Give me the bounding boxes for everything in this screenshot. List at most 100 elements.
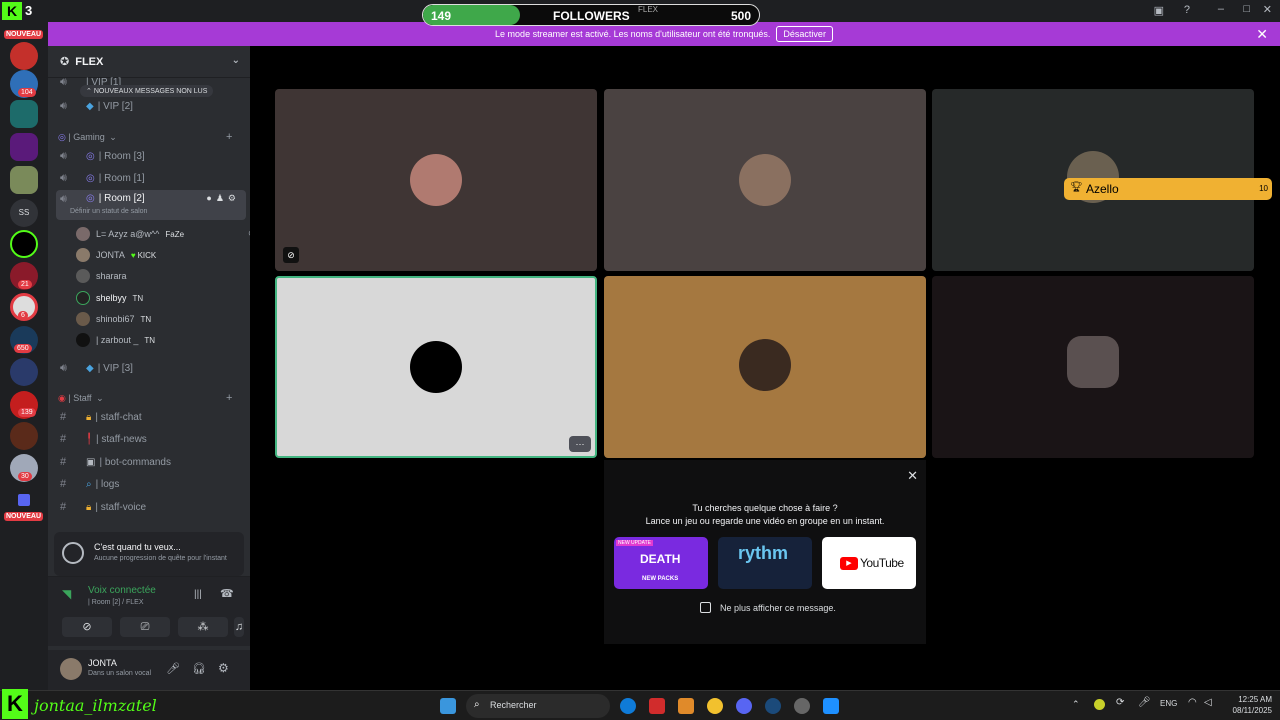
app-window-icon[interactable] — [823, 698, 839, 714]
inbox-icon[interactable]: ▣ — [1154, 4, 1164, 17]
trophy-icon: 🏆︎ — [1070, 182, 1083, 193]
server-icon-13[interactable] — [10, 422, 38, 450]
target-icon: ◉ — [58, 393, 66, 403]
noise-suppression-icon[interactable]: ||| — [194, 589, 202, 600]
dont-show-checkbox[interactable] — [700, 602, 711, 613]
close-window-icon[interactable]: ✕ — [1263, 3, 1272, 16]
channel-staff-voice[interactable]: # 🔒︎ | staff-voice — [56, 497, 246, 517]
server-icon-1[interactable] — [10, 42, 38, 70]
quest-panel[interactable]: C'est quand tu veux... Aucune progressio… — [54, 532, 244, 576]
settings-gear-icon[interactable]: ⚙ — [218, 661, 229, 675]
voice-member[interactable]: sharara — [76, 266, 127, 286]
server-header[interactable]: ✪ FLEX ⌄ — [48, 46, 250, 78]
quest-subtitle: Aucune progression de quête pour l'insta… — [94, 555, 227, 562]
category-staff[interactable]: ◉ | Staff ⌄ + — [58, 392, 232, 404]
avatar — [410, 341, 462, 393]
tray-sync-icon[interactable]: ⟳ — [1116, 697, 1124, 708]
disable-streamer-mode-button[interactable]: Désactiver — [776, 26, 833, 42]
close-popup-icon[interactable]: ✕ — [907, 468, 918, 484]
tray-mic-icon[interactable]: 🎤︎ — [1138, 697, 1151, 708]
language-indicator[interactable]: ENG — [1160, 699, 1177, 708]
voice-member[interactable]: shinobi67 TN — [76, 309, 151, 329]
more-options-button[interactable]: ··· — [569, 436, 591, 452]
maximize-icon[interactable]: □ — [1243, 3, 1250, 15]
participant-tile[interactable] — [604, 89, 926, 271]
voice-location[interactable]: | Room [2] / FLEX — [88, 599, 144, 606]
user-status: Dans un salon vocal — [88, 670, 152, 677]
minimize-icon[interactable]: – — [1218, 3, 1224, 15]
avatar[interactable] — [60, 658, 82, 680]
voice-member[interactable]: shelbyy TN — [76, 288, 143, 308]
category-gaming[interactable]: ◎ | Gaming ⌄ + — [58, 131, 232, 143]
channel-room3[interactable]: 🔊︎ ◎ | Room [3] — [56, 146, 246, 166]
voice-member[interactable]: JONTA ♥ KICK — [76, 245, 156, 265]
server-icon-3[interactable] — [10, 100, 38, 128]
category-label: | Gaming — [68, 132, 105, 142]
channel-vip3[interactable]: 🔊︎ ◆ | VIP [3] — [56, 358, 246, 378]
participant-tile[interactable] — [604, 276, 926, 458]
participant-tile[interactable]: ⊘ — [275, 89, 597, 271]
app-a-icon[interactable] — [678, 698, 694, 714]
add-channel-icon[interactable]: + — [226, 392, 232, 404]
tray-app-icon[interactable] — [1094, 699, 1105, 710]
add-channel-icon[interactable]: + — [226, 131, 232, 143]
followers-goal-overlay: 149 FOLLOWERS FLEX 500 — [422, 4, 760, 26]
new-badge-bottom: NOUVEAU — [4, 512, 44, 521]
voice-member[interactable]: | zarbout _ TN — [76, 330, 155, 350]
discord-icon[interactable] — [736, 698, 752, 714]
help-icon[interactable]: ? — [1184, 4, 1190, 16]
server-icon-ss[interactable]: SS — [10, 199, 38, 227]
server-icon-4[interactable] — [10, 133, 38, 161]
channel-status[interactable]: Définir un statut de salon — [70, 208, 147, 215]
voice-member[interactable]: L= Azyz a@w^^ FaZe ⊘⊘ — [76, 224, 263, 244]
channel-sidebar: ✪ FLEX ⌄ 🔊︎ | VIP [1] ⌃ NOUVEAUX MESSAGE… — [48, 46, 263, 690]
server-icon-11[interactable] — [10, 358, 38, 386]
channel-actions-icon[interactable]: ●♟⚙ — [206, 193, 240, 204]
obs-icon[interactable] — [794, 698, 810, 714]
server-badge-4: 650 — [14, 344, 32, 353]
soundboard-button[interactable]: ♫ — [234, 617, 244, 637]
participant-tile[interactable]: 🏆︎ Azello 10 — [932, 89, 1272, 271]
search-placeholder: Rechercher — [490, 700, 537, 710]
activity-card-death-by-ai[interactable]: NEW UPDATE DEATH NEW PACKS — [614, 537, 708, 589]
app-w-icon[interactable] — [649, 698, 665, 714]
chrome-icon[interactable] — [707, 698, 723, 714]
tray-chevron-icon[interactable]: ⌃ — [1072, 699, 1080, 710]
server-icon-5[interactable] — [10, 166, 38, 194]
clock-time[interactable]: 12:25 AM — [1226, 695, 1272, 704]
edge-icon[interactable] — [620, 698, 636, 714]
channel-room2[interactable]: 🔊︎ ◎ | Room [2] Définir un statut de sal… — [56, 190, 246, 220]
taskbar-search[interactable]: ⌕ Rechercher — [466, 694, 610, 718]
dont-show-label: Ne plus afficher ce message. — [720, 603, 836, 613]
wifi-icon[interactable]: ◠ — [1188, 697, 1197, 708]
headphones-icon[interactable]: 🎧︎ — [192, 662, 206, 675]
gamepad-icon: ◎ — [58, 132, 66, 142]
followers-current: 149 — [431, 9, 452, 23]
camera-off-button[interactable]: ⊘ — [62, 617, 112, 637]
channel-bot-commands[interactable]: # ▣ | bot-commands — [56, 452, 246, 472]
voice-status: Voix connectée — [88, 585, 156, 596]
volume-icon[interactable]: ◁ — [1204, 697, 1212, 708]
channel-room1[interactable]: 🔊︎ ◎ | Room [1] — [56, 168, 246, 188]
participant-tile[interactable] — [932, 276, 1254, 458]
channel-logs[interactable]: # ⌕ | logs — [56, 474, 246, 494]
steam-icon[interactable] — [765, 698, 781, 714]
start-menu-icon[interactable] — [440, 698, 456, 714]
server-icon-7[interactable] — [10, 230, 38, 258]
channel-staff-chat[interactable]: # 🔒︎ | staff-chat — [56, 407, 246, 427]
activity-card-youtube[interactable]: ▶ YouTube — [822, 537, 916, 589]
close-banner-icon[interactable]: ✕ — [1256, 26, 1268, 43]
folder-icon[interactable] — [18, 494, 30, 506]
channel-label: | staff-news — [96, 433, 147, 445]
channel-staff-news[interactable]: # ╿ | staff-news — [56, 429, 246, 449]
disconnect-icon[interactable]: ☎ — [220, 587, 234, 600]
activity-card-rythm[interactable]: rythm — [718, 537, 812, 589]
microphone-icon[interactable]: 🎤︎ — [166, 662, 180, 675]
channel-vip2[interactable]: 🔊︎ ◆ | VIP [2] — [56, 96, 246, 116]
youtube-play-icon: ▶ — [840, 557, 858, 570]
activities-button[interactable]: ⁂ — [178, 617, 228, 637]
screen-share-button[interactable]: ⎚ — [120, 617, 170, 637]
robot-icon: ▣ — [86, 456, 96, 468]
clock-date[interactable]: 08/11/2025 — [1226, 706, 1272, 715]
participant-tile-speaking[interactable]: ··· — [275, 276, 597, 458]
